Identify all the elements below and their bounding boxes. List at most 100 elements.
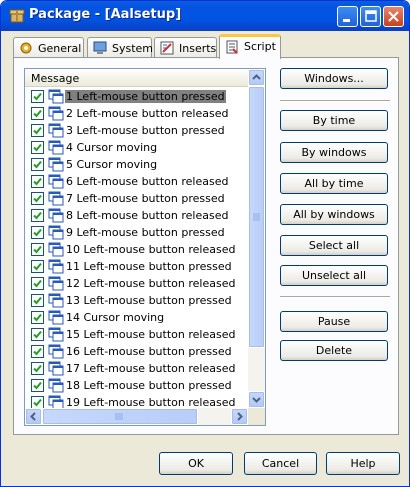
message-list[interactable]: Message 1 Left-mouse button pressed 2 Lef… <box>24 68 266 426</box>
tab-general-label: General <box>38 42 82 55</box>
list-item[interactable]: 2 Left-mouse button released <box>25 105 248 122</box>
checkmark-icon <box>33 211 42 220</box>
list-item[interactable]: 1 Left-mouse button pressed <box>25 88 248 105</box>
list-item[interactable]: 10 Left-mouse button released <box>25 241 248 258</box>
tab-general[interactable]: General <box>13 37 84 58</box>
window-message-icon <box>48 327 64 342</box>
list-item[interactable]: 16 Left-mouse button pressed <box>25 343 248 360</box>
row-checkbox[interactable] <box>31 107 44 120</box>
tab-system-label: System <box>112 42 154 55</box>
pause-button[interactable]: Pause <box>280 311 388 332</box>
row-checkbox[interactable] <box>31 328 44 341</box>
cancel-button[interactable]: Cancel <box>244 452 317 475</box>
window-message-icon <box>48 123 64 138</box>
scrollbar-corner <box>248 408 265 425</box>
list-item[interactable]: 6 Left-mouse button released <box>25 173 248 190</box>
window-message-icon <box>48 208 64 223</box>
list-item-label: 6 Left-mouse button released <box>66 175 229 188</box>
tab-script-label: Script <box>244 40 276 53</box>
row-checkbox[interactable] <box>31 141 44 154</box>
list-item[interactable]: 15 Left-mouse button released <box>25 326 248 343</box>
checkmark-icon <box>33 279 42 288</box>
by-time-button[interactable]: By time <box>280 110 388 131</box>
column-header-message[interactable]: Message <box>25 69 248 87</box>
separator <box>280 296 390 298</box>
delete-button[interactable]: Delete <box>280 340 388 361</box>
unselect-all-button[interactable]: Unselect all <box>280 265 388 286</box>
checkmark-icon <box>33 313 42 322</box>
list-item-label: 11 Left-mouse button pressed <box>66 260 232 273</box>
vertical-scroll-thumb[interactable] <box>248 86 265 348</box>
row-checkbox[interactable] <box>31 243 44 256</box>
checkmark-icon <box>33 296 42 305</box>
scroll-right-button[interactable] <box>231 408 248 425</box>
list-item-label: 5 Cursor moving <box>66 158 158 171</box>
list-item[interactable]: 17 Left-mouse button released <box>25 360 248 377</box>
help-button[interactable]: Help <box>326 452 400 475</box>
window-message-icon <box>48 140 64 155</box>
all-by-windows-button[interactable]: All by windows <box>280 204 388 225</box>
list-item[interactable]: 14 Cursor moving <box>25 309 248 326</box>
window-message-icon <box>48 242 64 257</box>
list-item-label: 12 Left-mouse button released <box>66 277 236 290</box>
scroll-up-button[interactable] <box>248 69 265 86</box>
row-checkbox[interactable] <box>31 192 44 205</box>
all-by-time-button[interactable]: All by time <box>280 173 388 194</box>
row-checkbox[interactable] <box>31 90 44 103</box>
chevron-up-icon <box>252 74 261 80</box>
checkmark-icon <box>33 143 42 152</box>
maximize-button[interactable] <box>360 6 381 27</box>
window-message-icon <box>48 225 64 240</box>
scroll-down-button[interactable] <box>248 391 265 408</box>
windows-button[interactable]: Windows... <box>280 68 388 89</box>
row-checkbox[interactable] <box>31 175 44 188</box>
list-item[interactable]: 18 Left-mouse button pressed <box>25 377 248 394</box>
list-item[interactable]: 3 Left-mouse button pressed <box>25 122 248 139</box>
list-item[interactable]: 13 Left-mouse button pressed <box>25 292 248 309</box>
list-item-label: 13 Left-mouse button pressed <box>66 294 232 307</box>
title-bar[interactable]: Package - [Aalsetup] <box>1 1 409 31</box>
list-item[interactable]: 5 Cursor moving <box>25 156 248 173</box>
vertical-scrollbar[interactable] <box>248 69 265 408</box>
minimize-button[interactable] <box>337 6 358 27</box>
window-message-icon <box>48 378 64 393</box>
tab-system[interactable]: System <box>87 37 154 58</box>
list-item[interactable]: 8 Left-mouse button released <box>25 207 248 224</box>
close-button[interactable] <box>383 6 404 27</box>
horizontal-scrollbar[interactable] <box>25 408 248 425</box>
gear-icon <box>20 42 32 54</box>
row-checkbox[interactable] <box>31 294 44 307</box>
row-checkbox[interactable] <box>31 379 44 392</box>
separator <box>280 100 390 102</box>
list-item[interactable]: 11 Left-mouse button pressed <box>25 258 248 275</box>
row-checkbox[interactable] <box>31 277 44 290</box>
package-icon <box>9 9 25 23</box>
window-message-icon <box>48 293 64 308</box>
list-item[interactable]: 4 Cursor moving <box>25 139 248 156</box>
row-checkbox[interactable] <box>31 345 44 358</box>
select-all-button[interactable]: Select all <box>280 235 388 256</box>
script-icon <box>226 40 238 54</box>
tab-inserts-label: Inserts <box>179 42 217 55</box>
list-item-label: 15 Left-mouse button released <box>66 328 236 341</box>
list-item[interactable]: 12 Left-mouse button released <box>25 275 248 292</box>
by-windows-button[interactable]: By windows <box>280 142 388 163</box>
list-item-label: 3 Left-mouse button pressed <box>66 124 225 137</box>
scroll-left-button[interactable] <box>25 408 42 425</box>
row-checkbox[interactable] <box>31 226 44 239</box>
row-checkbox[interactable] <box>31 124 44 137</box>
computer-icon <box>93 41 107 54</box>
horizontal-scroll-thumb[interactable] <box>42 408 198 425</box>
tab-script[interactable]: Script <box>219 34 281 59</box>
row-checkbox[interactable] <box>31 260 44 273</box>
row-checkbox[interactable] <box>31 158 44 171</box>
checkmark-icon <box>33 347 42 356</box>
list-item[interactable]: 7 Left-mouse button pressed <box>25 190 248 207</box>
ok-button[interactable]: OK <box>159 452 233 475</box>
checkmark-icon <box>33 262 42 271</box>
row-checkbox[interactable] <box>31 311 44 324</box>
tab-inserts[interactable]: Inserts <box>154 37 217 58</box>
list-item[interactable]: 9 Left-mouse button pressed <box>25 224 248 241</box>
row-checkbox[interactable] <box>31 209 44 222</box>
row-checkbox[interactable] <box>31 362 44 375</box>
